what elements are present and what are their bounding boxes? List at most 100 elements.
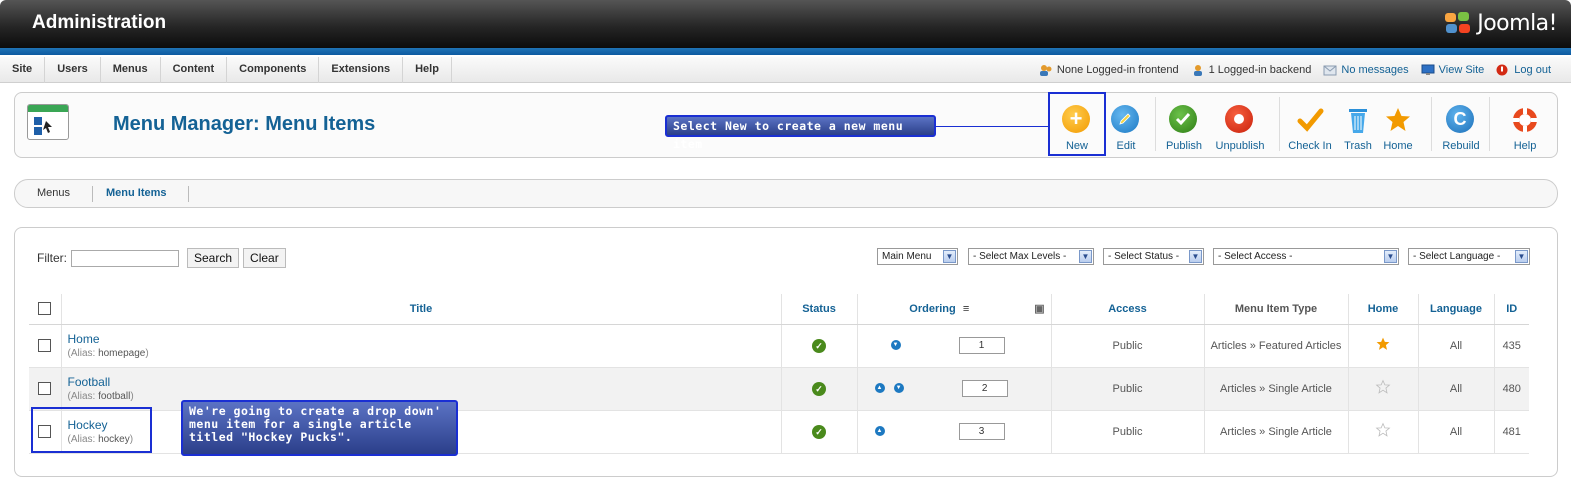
mail-icon — [1323, 64, 1337, 76]
edit-button[interactable]: Edit — [1109, 93, 1143, 157]
submenu-divider — [188, 186, 189, 202]
move-down-icon[interactable]: ▼ — [890, 340, 901, 351]
filter-label: Filter: — [37, 251, 67, 265]
edit-icon — [1111, 105, 1141, 135]
help-label: Help — [1513, 140, 1537, 152]
id-cell: 481 — [1494, 410, 1529, 454]
submenu-menus[interactable]: Menus — [37, 187, 70, 199]
menu-manager-icon — [27, 104, 69, 140]
trash-button[interactable]: Trash — [1341, 93, 1375, 157]
access-header[interactable]: Access — [1051, 294, 1205, 325]
rebuild-button[interactable]: C Rebuild — [1439, 93, 1483, 157]
menu-help[interactable]: Help — [403, 57, 452, 83]
language-select[interactable]: - Select Language - ▼ — [1408, 248, 1530, 265]
menu-extensions[interactable]: Extensions — [319, 57, 404, 83]
home-header[interactable]: Home — [1348, 294, 1419, 325]
row-checkbox[interactable] — [38, 339, 52, 352]
row-select-cell — [29, 367, 62, 411]
joomla-logo[interactable]: Joomla! — [1443, 8, 1557, 38]
messages-text: No messages — [1341, 64, 1409, 76]
menu-site[interactable]: Site — [8, 57, 46, 83]
order-input[interactable]: 2 — [961, 380, 1008, 397]
new-label: New — [1065, 140, 1088, 152]
type-cell: Articles » Featured Articles — [1204, 324, 1349, 368]
messages-link[interactable]: No messages — [1323, 64, 1409, 76]
publish-button[interactable]: Publish — [1161, 93, 1207, 157]
save-order-icon[interactable]: ▣ — [1034, 303, 1044, 315]
table-header-row: Title Status Ordering ≡ ▣ Access Menu It… — [29, 294, 1529, 325]
status-header[interactable]: Status — [781, 294, 858, 325]
item-title-link[interactable]: Home — [68, 332, 781, 346]
view-site-text: View Site — [1438, 64, 1485, 76]
monitor-icon — [1421, 64, 1435, 76]
alias-close: ) — [130, 391, 134, 402]
unpublish-icon — [1225, 105, 1255, 135]
move-down-icon[interactable]: ▼ — [893, 383, 904, 394]
new-callout: Select New to create a new menu item — [665, 115, 936, 151]
published-icon[interactable]: ✓ — [812, 381, 826, 396]
checkin-button[interactable]: Check In — [1285, 93, 1335, 157]
order-input[interactable]: 1 — [958, 337, 1005, 354]
search-button[interactable]: Search — [187, 248, 240, 268]
menu-users[interactable]: Users — [45, 57, 101, 83]
frontend-users-status: None Logged-in frontend — [1039, 64, 1179, 76]
id-header[interactable]: ID — [1494, 294, 1529, 325]
menu-select-value: Main Menu — [882, 251, 932, 262]
checkin-label: Check In — [1288, 140, 1332, 152]
max-levels-select[interactable]: - Select Max Levels - ▼ — [968, 248, 1094, 265]
admin-title: Administration — [32, 12, 167, 33]
home-label: Home — [1383, 140, 1413, 152]
alias-value: football — [98, 391, 131, 402]
access-cell: Public — [1051, 324, 1205, 368]
trash-label: Trash — [1344, 140, 1372, 152]
filter-input[interactable] — [71, 249, 179, 267]
star-outline-icon[interactable] — [1375, 379, 1391, 395]
select-all-checkbox[interactable] — [38, 302, 52, 316]
submenu-menu-items[interactable]: Menu Items — [106, 187, 167, 199]
row-checkbox[interactable] — [38, 382, 52, 395]
move-up-icon[interactable]: ▲ — [874, 426, 885, 437]
view-site-link[interactable]: View Site — [1421, 64, 1485, 76]
title-cell: Home (Alias: homepage) — [61, 324, 782, 368]
ordering-cell: ▲ 3 — [857, 410, 1052, 454]
access-select-value: - Select Access - — [1218, 251, 1293, 262]
chevron-down-icon: ▼ — [1515, 250, 1528, 263]
ordering-cell: ▼ 1 — [857, 324, 1052, 368]
ordering-cell: ▲ ▼ 2 — [857, 367, 1052, 411]
chevron-down-icon: ▼ — [943, 250, 956, 263]
home-button[interactable]: Home — [1381, 93, 1415, 157]
ordering-header-label[interactable]: Ordering — [909, 303, 955, 315]
order-input[interactable]: 3 — [958, 423, 1005, 440]
star-outline-icon[interactable] — [1375, 422, 1391, 438]
title-header[interactable]: Title — [61, 294, 782, 325]
access-select[interactable]: - Select Access - ▼ — [1213, 248, 1399, 265]
new-button[interactable]: + New — [1057, 93, 1097, 157]
status-select[interactable]: - Select Status - ▼ — [1103, 248, 1204, 265]
status-bar: None Logged-in frontend 1 Logged-in back… — [1039, 57, 1551, 83]
chevron-down-icon: ▼ — [1384, 250, 1397, 263]
default-home-star-icon[interactable] — [1375, 336, 1391, 352]
status-cell: ✓ — [781, 324, 858, 368]
type-cell: Articles » Single Article — [1204, 367, 1349, 411]
published-icon[interactable]: ✓ — [812, 338, 826, 353]
unpublish-button[interactable]: Unpublish — [1210, 93, 1270, 157]
menu-content[interactable]: Content — [161, 57, 228, 83]
chevron-down-icon: ▼ — [1079, 250, 1092, 263]
menu-components[interactable]: Components — [227, 57, 320, 83]
clear-button[interactable]: Clear — [243, 248, 286, 268]
new-icon: + — [1062, 105, 1092, 135]
hockey-highlight-box — [31, 407, 152, 453]
logout-link[interactable]: Log out — [1496, 64, 1551, 76]
id-cell: 435 — [1494, 324, 1529, 368]
menu-select[interactable]: Main Menu ▼ — [877, 248, 958, 265]
menu-menus[interactable]: Menus — [101, 57, 161, 83]
move-up-icon[interactable]: ▲ — [874, 383, 885, 394]
language-header[interactable]: Language — [1418, 294, 1495, 325]
alias-close: ) — [145, 348, 149, 359]
toolbar-divider — [1279, 97, 1280, 151]
alias-value: homepage — [98, 348, 146, 359]
help-button[interactable]: Help — [1503, 93, 1547, 157]
published-icon[interactable]: ✓ — [812, 424, 826, 439]
item-title-link[interactable]: Football — [68, 375, 781, 389]
status-cell: ✓ — [781, 367, 858, 411]
